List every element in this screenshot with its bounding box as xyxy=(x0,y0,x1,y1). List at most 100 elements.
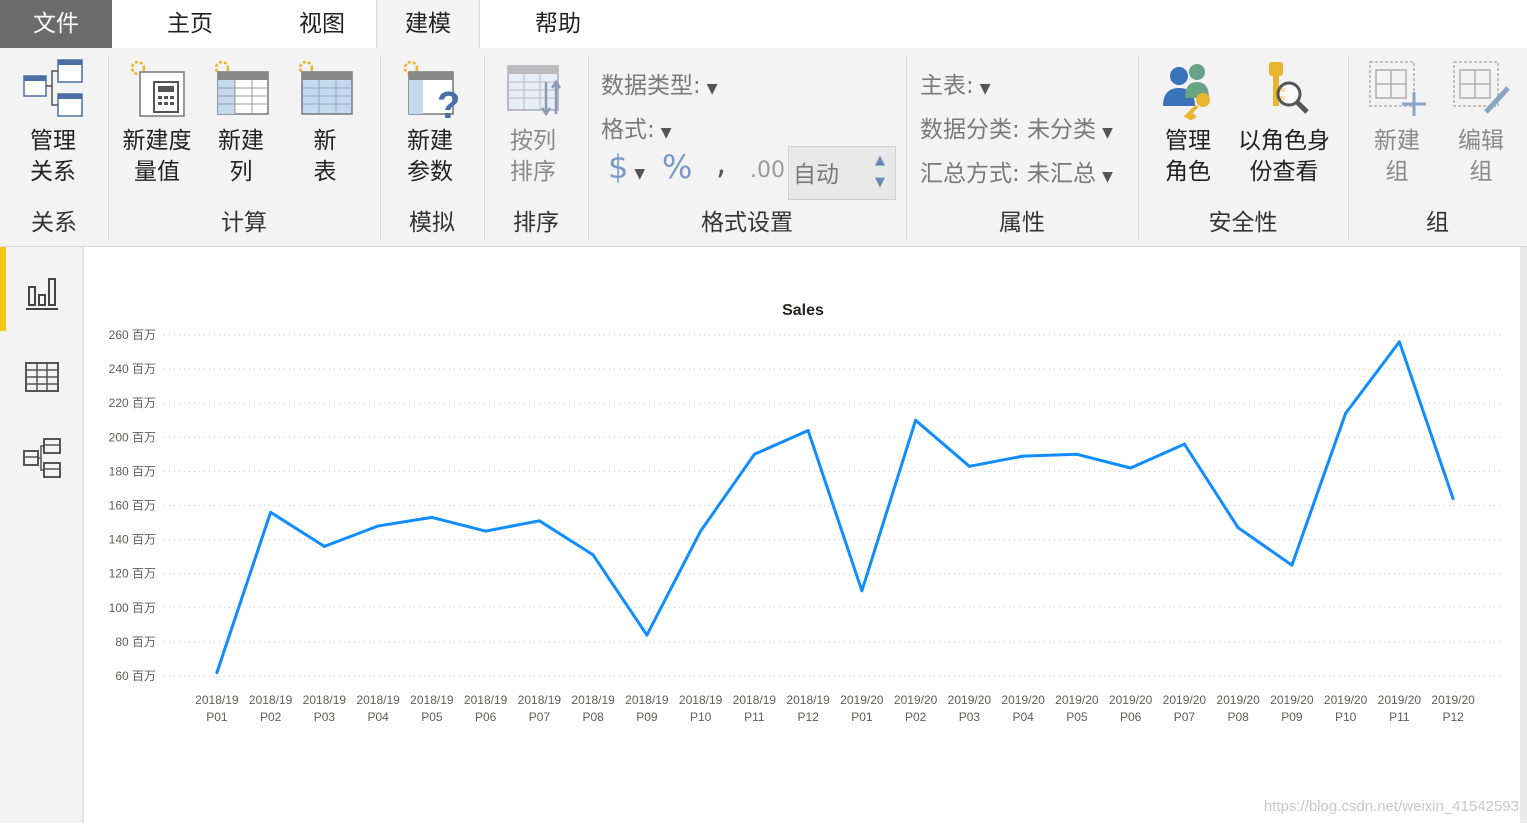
spin-up-icon[interactable]: ▲ xyxy=(875,153,885,168)
tab-home[interactable]: 主页 xyxy=(140,0,240,48)
data-view-icon[interactable] xyxy=(22,357,62,397)
data-point[interactable] xyxy=(1451,497,1455,501)
data-point[interactable] xyxy=(1021,454,1025,458)
edit-group-button[interactable]: 编辑 组 xyxy=(1442,58,1520,188)
sales-series xyxy=(215,340,1455,675)
edit-group-label: 编辑 组 xyxy=(1458,128,1504,185)
view-as-roles-button[interactable]: 以角色身 份查看 xyxy=(1232,58,1336,188)
data-point[interactable] xyxy=(322,544,326,548)
svg-text:?: ? xyxy=(437,85,460,120)
new-table-button[interactable]: 新 表 xyxy=(288,58,362,188)
data-point[interactable] xyxy=(1290,563,1294,567)
x-tick-label: 2018/19 xyxy=(249,693,293,707)
data-type-dropdown[interactable]: 数据类型: ▼ xyxy=(601,66,718,100)
x-tick-label: 2019/20 xyxy=(1109,693,1153,707)
data-point[interactable] xyxy=(1236,526,1240,530)
decimals-button[interactable]: .00 xyxy=(750,158,785,183)
data-point[interactable] xyxy=(806,428,810,432)
x-tick-label: P10 xyxy=(1335,710,1357,724)
tab-modeling[interactable]: 建模 xyxy=(376,0,480,49)
x-tick-label: P01 xyxy=(851,710,873,724)
model-view-icon[interactable] xyxy=(22,437,62,481)
x-tick-label: 2018/19 xyxy=(733,693,777,707)
x-tick-label: 2018/19 xyxy=(464,693,508,707)
summarization-dropdown[interactable]: 汇总方式: 未汇总 ▼ xyxy=(920,154,1113,188)
x-tick-label: P04 xyxy=(367,710,389,724)
new-group-button[interactable]: 新建 组 xyxy=(1358,58,1436,188)
data-category-dropdown[interactable]: 数据分类: 未分类 ▼ xyxy=(920,110,1113,144)
report-canvas[interactable]: Sales 60 百万 80 百万 100 百万 120 百万 140 百万 160 百万… xyxy=(84,247,1520,823)
data-point[interactable] xyxy=(914,418,918,422)
x-tick-label: 2018/19 xyxy=(518,693,562,707)
sort-by-column-button[interactable]: 按列 排序 xyxy=(492,58,574,188)
data-point[interactable] xyxy=(430,515,434,519)
data-point[interactable] xyxy=(752,452,756,456)
data-point[interactable] xyxy=(1129,466,1133,470)
x-tick-label: 2018/19 xyxy=(356,693,400,707)
data-point[interactable] xyxy=(1075,452,1079,456)
currency-button[interactable]: $ ▼ xyxy=(608,148,645,186)
x-tick-label: P04 xyxy=(1012,710,1034,724)
tab-file[interactable]: 文件 xyxy=(0,0,112,48)
x-tick-label: 2019/20 xyxy=(840,693,884,707)
percent-button[interactable]: % xyxy=(662,148,692,186)
tab-view[interactable]: 视图 xyxy=(272,0,372,48)
x-tick-label: 2019/20 xyxy=(1216,693,1260,707)
x-axis: 2018/19 P01 2018/19 P02 2018/19 P03 2018/19 P04… xyxy=(195,693,1475,724)
group-label-calculations: 计算 xyxy=(221,210,267,236)
x-tick-label: 2019/20 xyxy=(1163,693,1207,707)
new-column-icon xyxy=(214,60,269,115)
y-tick-label: 60 百万 xyxy=(115,669,156,683)
line-chart[interactable]: Sales 60 百万 80 百万 100 百万 120 百万 140 百万 160 百万… xyxy=(84,247,1520,823)
sales-line[interactable] xyxy=(215,340,1455,674)
x-tick-label: P03 xyxy=(959,710,981,724)
data-point[interactable] xyxy=(1182,442,1186,446)
data-point[interactable] xyxy=(645,633,649,637)
tab-help[interactable]: 帮助 xyxy=(508,0,608,48)
data-point[interactable] xyxy=(215,671,219,675)
report-view-icon[interactable] xyxy=(22,273,62,313)
new-parameter-label: 新建 参数 xyxy=(407,128,453,185)
data-point[interactable] xyxy=(1344,411,1348,415)
data-point[interactable] xyxy=(699,529,703,533)
home-table-dropdown[interactable]: 主表: ▼ xyxy=(920,66,991,100)
data-point[interactable] xyxy=(860,589,864,593)
chart-title: Sales xyxy=(782,302,824,319)
x-tick-label: P02 xyxy=(905,710,927,724)
edit-group-icon xyxy=(1453,61,1510,114)
group-label-groups: 组 xyxy=(1426,210,1449,236)
y-tick-label: 220 百万 xyxy=(109,396,156,410)
y-tick-label: 120 百万 xyxy=(109,567,156,581)
new-column-label: 新建 列 xyxy=(218,128,264,185)
y-tick-label: 100 百万 xyxy=(109,601,156,615)
data-point[interactable] xyxy=(967,464,971,468)
data-point[interactable] xyxy=(484,529,488,533)
watermark: https://blog.csdn.net/weixin_41542593 xyxy=(1263,798,1519,815)
decimal-places-spinner[interactable]: 自动 ▲ ▼ xyxy=(788,146,896,200)
x-tick-label: P12 xyxy=(1442,710,1464,724)
data-point[interactable] xyxy=(269,510,273,514)
y-tick-label: 160 百万 xyxy=(109,499,156,513)
x-tick-label: P08 xyxy=(1227,710,1249,724)
new-parameter-button[interactable]: ? 新建 参数 xyxy=(388,58,472,188)
manage-relationships-button[interactable]: 管理 关系 xyxy=(8,58,98,188)
data-point[interactable] xyxy=(376,524,380,528)
data-point[interactable] xyxy=(537,519,541,523)
data-point[interactable] xyxy=(591,553,595,557)
format-dropdown[interactable]: 格式: ▼ xyxy=(601,110,672,144)
y-tick-label: 180 百万 xyxy=(109,464,156,478)
new-column-button[interactable]: 新建 列 xyxy=(204,58,278,188)
new-table-label: 新 表 xyxy=(313,128,337,185)
new-measure-button[interactable]: 新建度 量值 xyxy=(116,58,198,188)
comma-button[interactable]: , xyxy=(716,144,726,182)
manage-roles-button[interactable]: 管理 角色 xyxy=(1148,58,1228,188)
relationships-icon xyxy=(23,59,83,117)
x-tick-label: P03 xyxy=(314,710,336,724)
group-label-relationships: 关系 xyxy=(31,210,77,236)
y-tick-label: 260 百万 xyxy=(109,328,156,342)
data-point[interactable] xyxy=(1397,340,1401,344)
spin-down-icon[interactable]: ▼ xyxy=(875,175,885,190)
x-tick-label: P07 xyxy=(529,710,551,724)
chevron-down-icon: ▼ xyxy=(1102,125,1113,141)
new-group-label: 新建 组 xyxy=(1374,128,1420,185)
